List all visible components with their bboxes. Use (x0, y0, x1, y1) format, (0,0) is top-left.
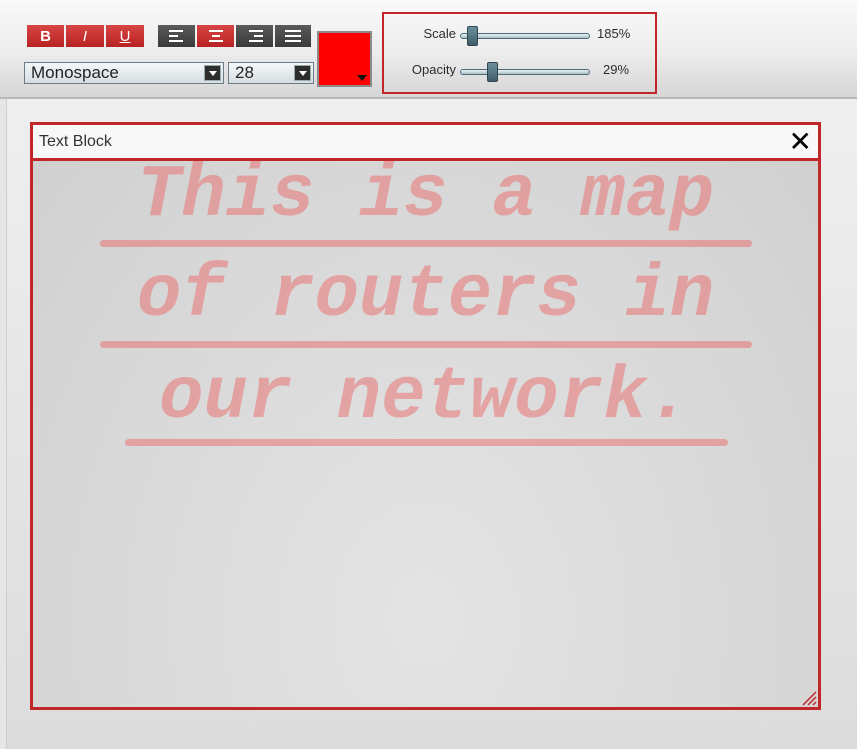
underline-rule (125, 439, 728, 446)
align-center-button[interactable] (197, 25, 234, 47)
underline-rule (100, 240, 752, 247)
font-family-select[interactable]: Monospace (24, 62, 224, 84)
chevron-down-icon[interactable] (204, 65, 221, 81)
underline-rule (100, 341, 752, 348)
dropdown-arrow-icon (357, 75, 367, 81)
text-block-header[interactable]: Text Block ✕ (33, 125, 818, 161)
scale-value: 185% (597, 26, 631, 41)
text-line: our network. (159, 356, 692, 440)
chevron-down-icon[interactable] (294, 65, 311, 81)
slider-panel: Scale 185% Opacity 29% (382, 12, 657, 94)
resize-handle-icon[interactable] (799, 688, 817, 706)
opacity-label: Opacity (411, 62, 456, 77)
opacity-slider[interactable] (460, 62, 590, 82)
font-size-value: 28 (235, 63, 254, 82)
text-block-content[interactable]: This is a map of routers in our network. (33, 161, 818, 461)
font-family-value: Monospace (31, 63, 119, 82)
formatting-toolbar: B I U Monospace 28 Scale 185% Opacity 29… (0, 0, 857, 99)
text-block-title: Text Block (39, 133, 112, 150)
align-left-button[interactable] (158, 25, 195, 47)
text-block-panel[interactable]: Text Block ✕ This is a map of routers in… (30, 122, 821, 710)
align-right-button[interactable] (236, 25, 273, 47)
opacity-value: 29% (603, 62, 630, 77)
align-justify-button[interactable] (275, 25, 311, 47)
close-icon[interactable]: ✕ (789, 127, 812, 157)
text-line: of routers in (136, 254, 715, 338)
font-size-select[interactable]: 28 (228, 62, 314, 84)
scale-slider[interactable] (460, 26, 590, 46)
align-right-icon (247, 29, 263, 43)
text-line: This is a map (136, 161, 715, 238)
text-color-picker[interactable] (317, 31, 372, 87)
bold-button[interactable]: B (27, 25, 64, 47)
opacity-slider-thumb[interactable] (487, 62, 498, 82)
align-center-icon (208, 29, 224, 43)
align-justify-icon (285, 29, 301, 43)
align-left-icon (168, 29, 185, 43)
underline-button[interactable]: U (106, 25, 144, 47)
scale-slider-thumb[interactable] (467, 26, 478, 46)
italic-button[interactable]: I (66, 25, 104, 47)
scale-label: Scale (423, 26, 456, 41)
